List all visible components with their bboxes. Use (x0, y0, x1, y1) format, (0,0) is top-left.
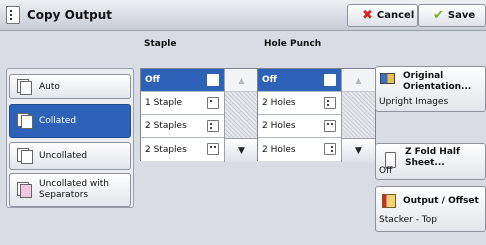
hole-punch-option-off[interactable]: Off (258, 69, 341, 92)
scroll-up-icon[interactable]: ▲ (225, 69, 258, 92)
scroll-track (225, 92, 258, 139)
staple-top-icon (207, 143, 219, 155)
scroll-track (342, 92, 375, 139)
staple-option-label: 2 Staples (145, 121, 187, 131)
cancel-button[interactable]: ✖ Cancel (347, 4, 418, 27)
scroll-down-icon[interactable]: ▼ (225, 139, 258, 162)
output-offset-label: Output / Offset (403, 196, 479, 206)
auto-button[interactable]: Auto (9, 74, 131, 99)
z-fold-button[interactable]: Z Fold Half Sheet... Off (375, 143, 486, 180)
original-orientation-button[interactable]: Original Orientation... Upright Images (375, 66, 486, 112)
staple-option-label: 1 Staple (145, 98, 183, 108)
z-fold-label: Z Fold Half Sheet... (405, 147, 460, 168)
auto-collate-icon (17, 78, 33, 95)
uncollated-separators-button[interactable]: Uncollated with Separators (9, 173, 131, 207)
uncollated-separators-label: Uncollated with Separators (39, 179, 109, 200)
blank-page-icon (207, 74, 219, 86)
punch-right-icon (324, 143, 336, 155)
hole-punch-option-label: Off (262, 75, 277, 85)
uncollated-separators-icon (17, 182, 33, 198)
staple-option-1-staple[interactable]: 1 Staple (141, 92, 224, 115)
uncollated-button[interactable]: Uncollated (9, 142, 131, 170)
output-tray-icon (382, 194, 396, 208)
scroll-up-icon[interactable]: ▲ (342, 69, 375, 92)
hole-punch-option-label: 2 Holes (262, 98, 296, 108)
hole-punch-option-2-holes-right[interactable]: 2 Holes (258, 138, 341, 161)
hole-punch-option-label: 2 Holes (262, 144, 296, 155)
close-icon: ✖ (362, 8, 373, 23)
save-label: Save (447, 10, 476, 21)
output-offset-value: Stacker - Top (379, 215, 437, 225)
hole-punch-header: Hole Punch (264, 39, 322, 49)
collated-label: Collated (39, 116, 77, 126)
scroll-down-icon[interactable]: ▼ (342, 139, 375, 162)
hole-punch-option-label: 2 Holes (262, 121, 296, 131)
hole-punch-scrollbar[interactable]: ▲ ▼ (341, 69, 375, 162)
uncollated-icon (17, 148, 33, 164)
staple-option-off[interactable]: Off (141, 69, 224, 92)
hole-punch-option-2-holes-top[interactable]: 2 Holes (258, 115, 341, 138)
document-icon (6, 6, 20, 24)
staple-option-label: 2 Staples (145, 144, 187, 155)
blank-page-icon (324, 74, 336, 86)
save-button[interactable]: ✔ Save (418, 4, 486, 27)
staple-option-2-staples-top[interactable]: 2 Staples (141, 138, 224, 161)
auto-label: Auto (39, 81, 60, 92)
hole-punch-option-2-holes-left[interactable]: 2 Holes (258, 92, 341, 115)
original-orientation-value: Upright Images (379, 97, 449, 107)
cancel-label: Cancel (376, 10, 415, 21)
staple-list: Off 1 Staple 2 Staples 2 Staples ▲ ▼ (140, 68, 259, 162)
orientation-icon (380, 73, 395, 84)
original-orientation-label: Original Orientation... (403, 71, 472, 92)
staple-corner-icon (207, 97, 219, 109)
title-bar: Copy Output ✖ Cancel ✔ Save (0, 0, 486, 31)
z-fold-value: Off (379, 166, 393, 176)
staple-header: Staple (144, 39, 177, 49)
checkmark-icon: ✔ (433, 8, 444, 23)
punch-left-icon (324, 97, 336, 109)
output-offset-button[interactable]: Output / Offset Stacker - Top (375, 186, 486, 232)
punch-top-icon (324, 120, 336, 132)
uncollated-label: Uncollated (39, 151, 88, 161)
hole-punch-list: Off 2 Holes 2 Holes 2 Holes ▲ ▼ (257, 68, 376, 162)
staple-option-label: Off (145, 75, 160, 85)
staple-option-2-staples-left[interactable]: 2 Staples (141, 115, 224, 138)
collated-button[interactable]: Collated (9, 104, 131, 138)
staple-left-icon (207, 120, 219, 132)
page-title: Copy Output (27, 8, 112, 22)
collated-icon (17, 113, 33, 129)
staple-scrollbar[interactable]: ▲ ▼ (224, 69, 258, 162)
